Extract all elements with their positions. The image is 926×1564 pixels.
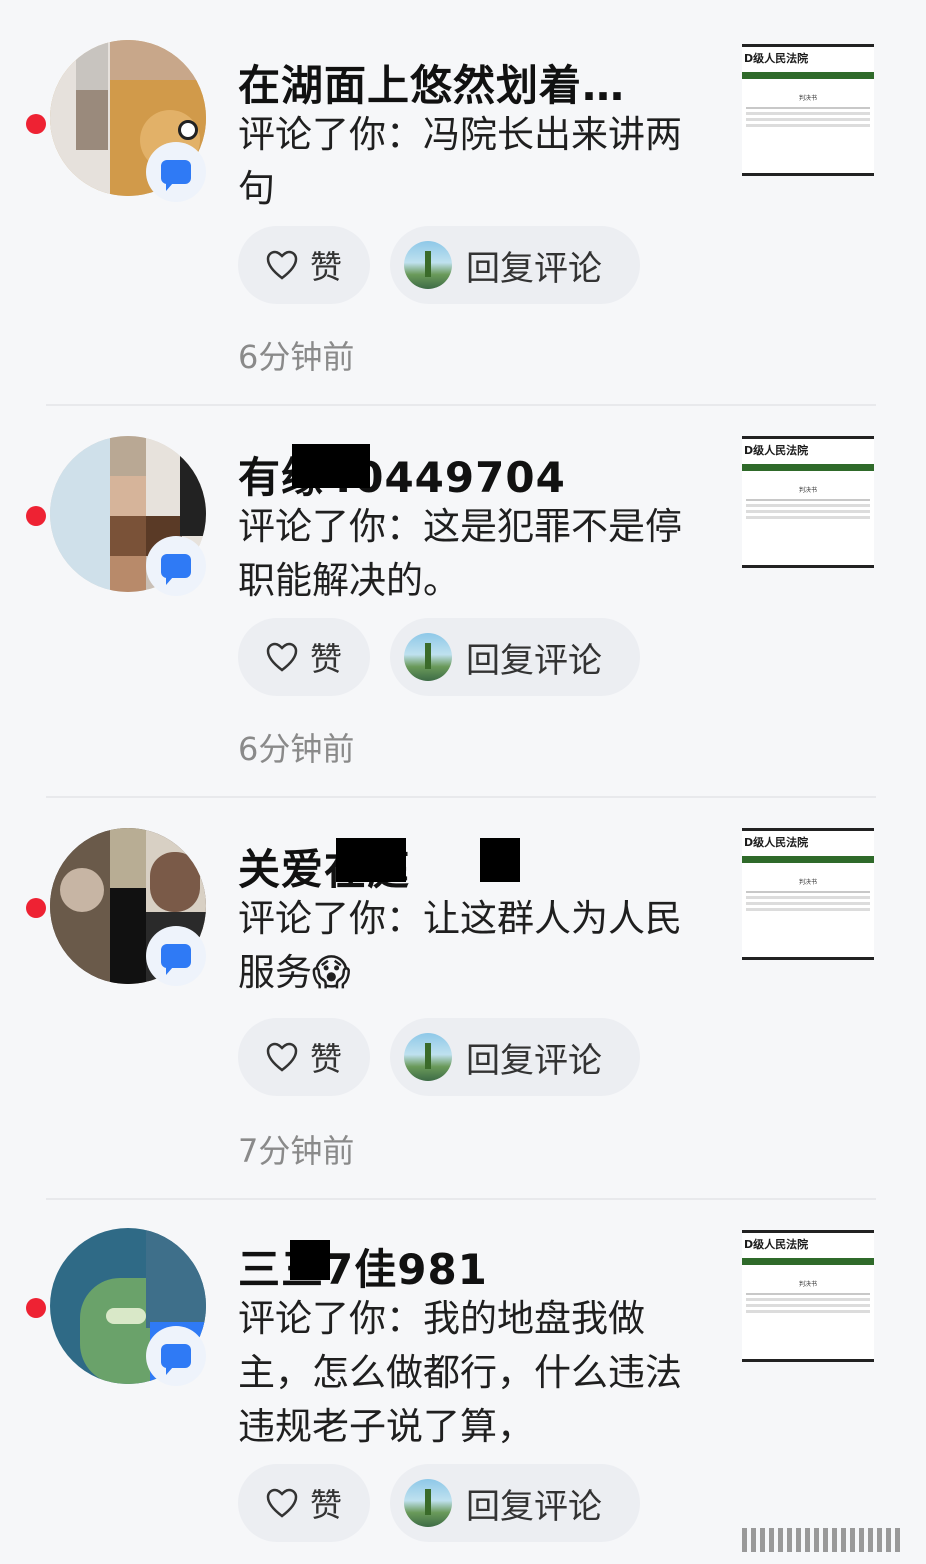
comment-badge — [146, 142, 206, 202]
thumb-heading: 判决书 — [798, 95, 817, 102]
comment-bubble-icon — [161, 160, 191, 191]
thumb-heading: 判决书 — [798, 879, 817, 886]
heart-icon — [266, 1042, 298, 1072]
timestamp: 6分钟前 — [238, 338, 355, 376]
thumb-heading: 判决书 — [798, 487, 817, 494]
commenter-name[interactable]: 有缘40449704 — [238, 444, 566, 505]
comment-bubble-icon — [161, 554, 191, 585]
like-label: 赞 — [309, 248, 342, 286]
reply-label: 回复评论 — [466, 1040, 602, 1081]
comment-text[interactable]: 评论了你：让这群人为人民服务😱 — [238, 892, 698, 1000]
thumb-title: D级人民法院 — [744, 444, 809, 457]
commenter-name[interactable]: 三三7佳981 — [238, 1236, 488, 1297]
reply-button[interactable]: 回复评论 — [390, 1464, 640, 1542]
redaction-mask — [480, 838, 520, 882]
timestamp: 6分钟前 — [238, 730, 355, 768]
heart-icon — [266, 642, 298, 672]
thumb-title: D级人民法院 — [744, 836, 809, 849]
like-button[interactable]: 赞 — [238, 618, 370, 696]
thumb-title: D级人民法院 — [744, 1238, 809, 1251]
unread-dot-icon — [26, 898, 46, 918]
unread-dot-icon — [26, 506, 46, 526]
post-thumbnail[interactable]: D级人民法院 判决书 — [742, 828, 874, 960]
like-button[interactable]: 赞 — [238, 1018, 370, 1096]
thumb-heading: 判决书 — [798, 1281, 817, 1288]
comment-text[interactable]: 评论了你：我的地盘我做主，怎么做都行，什么违法违规老子说了算， — [238, 1292, 698, 1454]
like-label: 赞 — [309, 640, 342, 678]
comment-text[interactable]: 评论了你：冯院长出来讲两句 — [238, 108, 698, 216]
reply-button[interactable]: 回复评论 — [390, 1018, 640, 1096]
post-thumbnail[interactable]: D级人民法院 判决书 — [742, 436, 874, 568]
unread-dot-icon — [26, 114, 46, 134]
divider — [46, 1198, 876, 1200]
like-button[interactable]: 赞 — [238, 1464, 370, 1542]
like-label: 赞 — [309, 1040, 342, 1078]
reply-label: 回复评论 — [466, 1486, 602, 1527]
watermark — [742, 1520, 910, 1560]
comment-badge — [146, 926, 206, 986]
like-label: 赞 — [309, 1486, 342, 1524]
comment-badge — [146, 536, 206, 596]
timestamp: 7分钟前 — [238, 1132, 355, 1170]
my-avatar — [404, 633, 452, 681]
like-button[interactable]: 赞 — [238, 226, 370, 304]
redaction-mask — [292, 444, 370, 488]
comment-text[interactable]: 评论了你：这是犯罪不是停职能解决的。 — [238, 500, 698, 608]
my-avatar — [404, 241, 452, 289]
commenter-name[interactable]: 在湖面上悠然划着… — [238, 52, 625, 113]
comment-bubble-icon — [161, 944, 191, 975]
comment-badge — [146, 1326, 206, 1386]
post-thumbnail[interactable]: D级人民法院 判决书 — [742, 1230, 874, 1362]
divider — [46, 796, 876, 798]
heart-icon — [266, 250, 298, 280]
redaction-mask — [336, 838, 406, 882]
thumb-title: D级人民法院 — [744, 52, 809, 65]
reply-button[interactable]: 回复评论 — [390, 226, 640, 304]
reply-button[interactable]: 回复评论 — [390, 618, 640, 696]
my-avatar — [404, 1033, 452, 1081]
divider — [46, 404, 876, 406]
post-thumbnail[interactable]: D级人民法院 判决书 — [742, 44, 874, 176]
my-avatar — [404, 1479, 452, 1527]
heart-icon — [266, 1488, 298, 1518]
reply-label: 回复评论 — [466, 640, 602, 681]
comment-bubble-icon — [161, 1344, 191, 1375]
unread-dot-icon — [26, 1298, 46, 1318]
reply-label: 回复评论 — [466, 248, 602, 289]
redaction-mask — [290, 1240, 330, 1280]
